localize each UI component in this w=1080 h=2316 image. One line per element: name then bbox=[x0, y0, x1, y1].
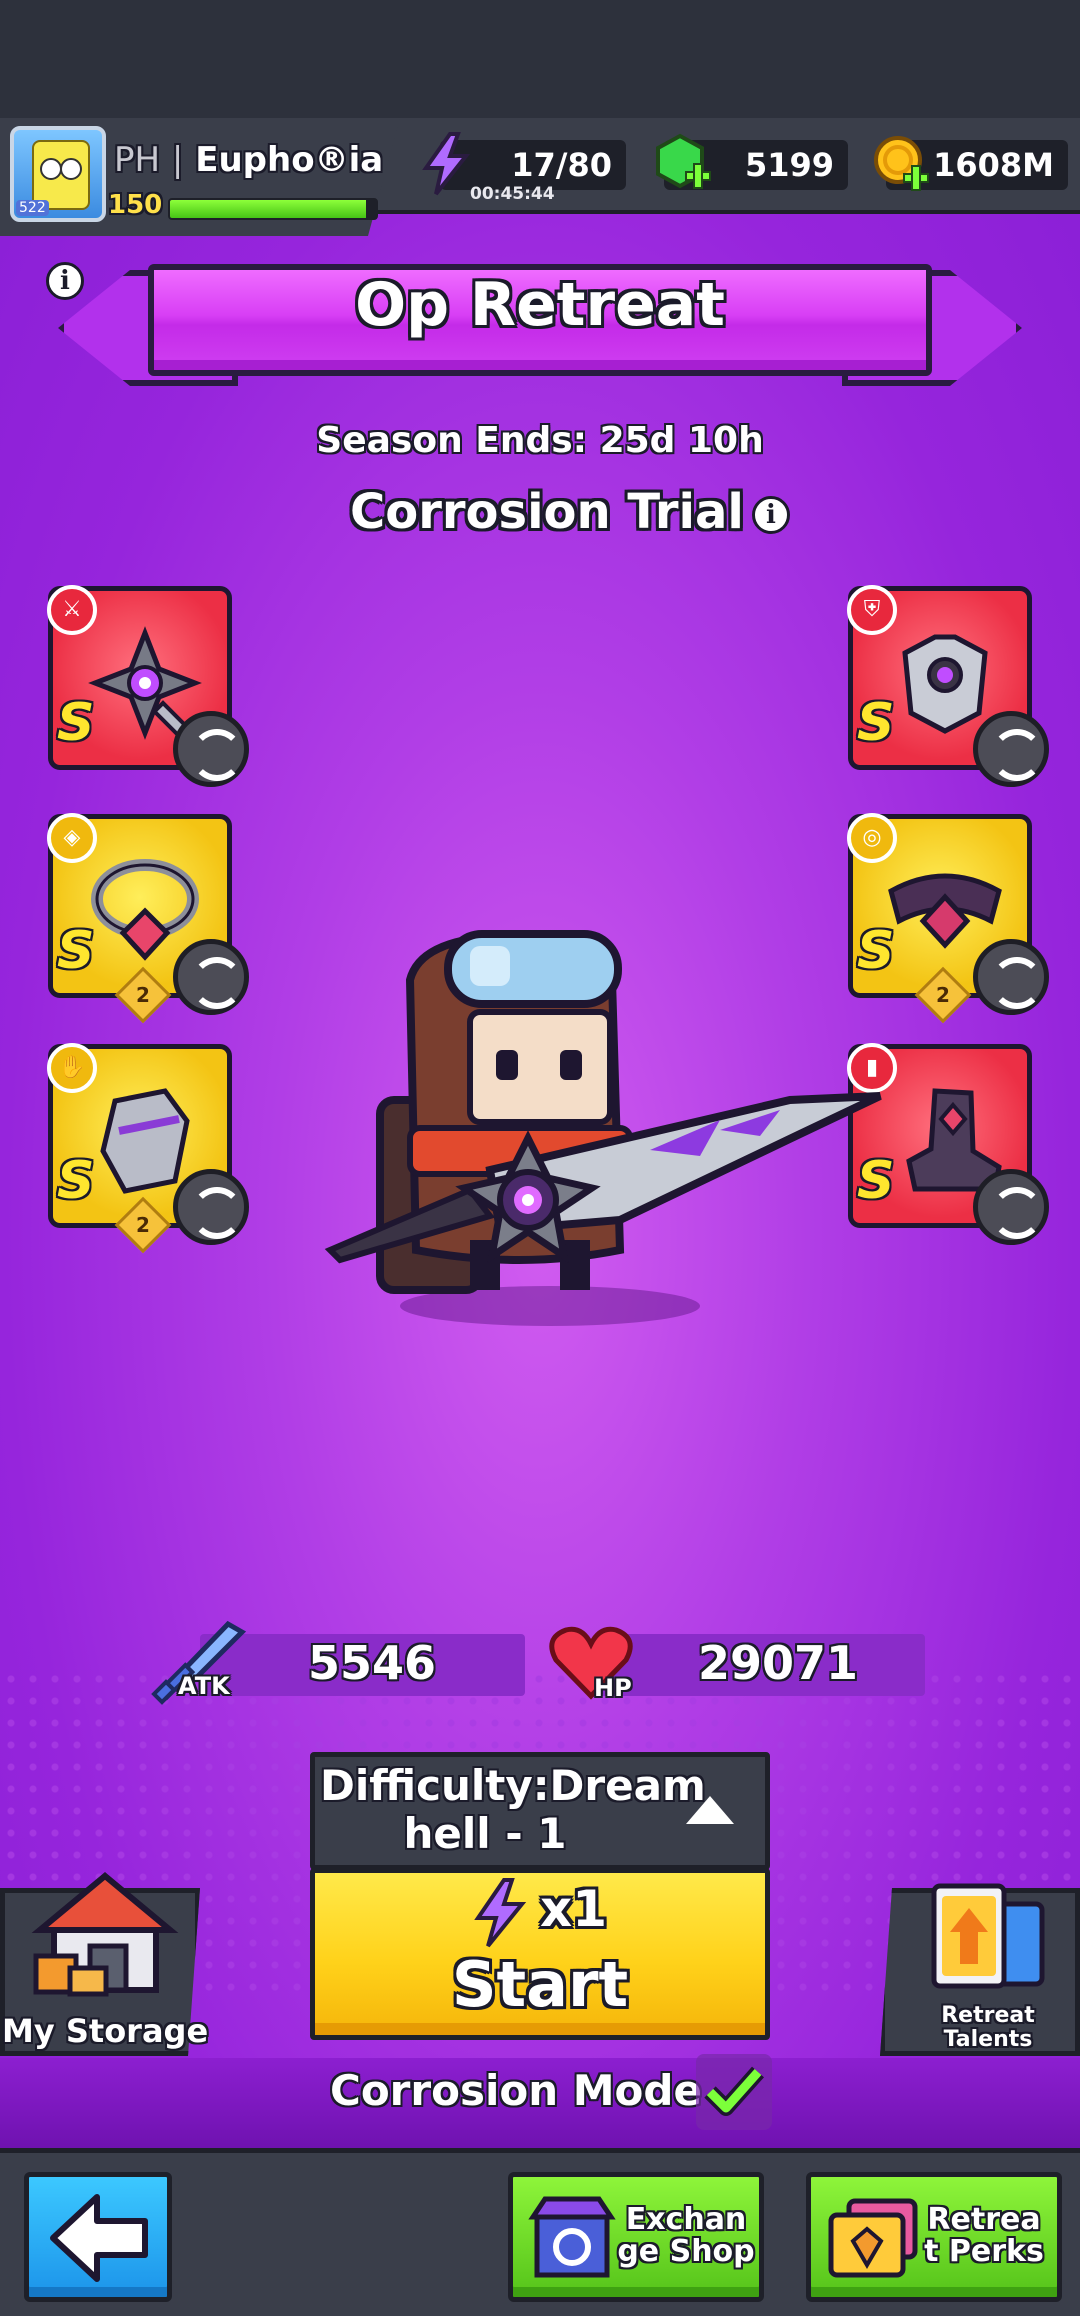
swap-icon[interactable] bbox=[173, 711, 249, 787]
equip-slot-weapon[interactable]: ⚔ S bbox=[47, 585, 249, 787]
atk-label: ATK bbox=[178, 1672, 230, 1700]
start-energy-cost: x1 bbox=[540, 1880, 608, 1938]
star-count: 2 bbox=[936, 983, 950, 1007]
perks-line-2: t Perks bbox=[924, 2234, 1044, 2269]
player-name: PH | Eupho®ia bbox=[114, 140, 383, 180]
grade-label: S bbox=[57, 693, 95, 753]
arrow-left-icon bbox=[50, 2194, 148, 2282]
gem-add-icon[interactable] bbox=[652, 132, 714, 198]
house-storage-icon bbox=[31, 1872, 179, 1997]
player-name-text: Eupho®ia bbox=[195, 140, 384, 180]
gold-add-icon[interactable] bbox=[870, 132, 932, 198]
gold-value: 1608M bbox=[933, 146, 1054, 184]
start-label: Start bbox=[451, 1948, 629, 2021]
energy-timer: 00:45:44 bbox=[470, 184, 555, 204]
gem-value: 5199 bbox=[744, 146, 834, 184]
grade-label: S bbox=[857, 693, 895, 753]
hp-value: 29071 bbox=[698, 1636, 859, 1690]
perks-card-icon bbox=[828, 2198, 918, 2278]
exchange-line-1: Exchan bbox=[625, 2202, 747, 2237]
energy-value: 17/80 bbox=[511, 146, 612, 184]
retreat-talents-label: Retreat Talents bbox=[918, 2004, 1058, 2052]
avatar-badge: 522 bbox=[16, 200, 49, 216]
player-prefix: PH bbox=[114, 140, 161, 180]
grade-label: S bbox=[57, 921, 95, 981]
mode-title: Corrosion Trial bbox=[350, 484, 744, 540]
energy-bolt-icon bbox=[422, 132, 471, 196]
grade-label: S bbox=[57, 1151, 95, 1211]
hp-label: HP bbox=[594, 1674, 632, 1702]
my-storage-label: My Storage bbox=[2, 2012, 209, 2050]
swap-icon[interactable] bbox=[173, 939, 249, 1015]
event-title: Op Retreat bbox=[355, 270, 725, 340]
equip-slot-armor[interactable]: ⛨ S bbox=[847, 585, 1049, 787]
season-ends: Season Ends: 25d 10h bbox=[316, 420, 764, 461]
corrosion-mode-label: Corrosion Mode bbox=[330, 2066, 702, 2115]
chevron-up-icon[interactable] bbox=[686, 1796, 734, 1824]
star-count: 2 bbox=[136, 983, 150, 1007]
talents-line-1: Retreat bbox=[941, 2003, 1035, 2028]
swap-icon[interactable] bbox=[973, 711, 1049, 787]
event-info-icon[interactable]: i bbox=[46, 262, 84, 300]
energy-bolt-icon bbox=[474, 1878, 527, 1948]
equip-slot-necklace[interactable]: ◈ S 2 bbox=[47, 813, 249, 1024]
status-bar-area bbox=[0, 0, 1080, 118]
back-button[interactable] bbox=[24, 2172, 172, 2302]
swap-icon[interactable] bbox=[173, 1169, 249, 1245]
talents-line-2: Talents bbox=[943, 2027, 1033, 2052]
swap-icon[interactable] bbox=[973, 939, 1049, 1015]
difficulty-line-2: hell - 1 bbox=[403, 1809, 567, 1858]
player-level: 150 bbox=[108, 190, 163, 220]
name-separator: | bbox=[171, 140, 184, 180]
perks-line-1: Retrea bbox=[927, 2202, 1041, 2237]
difficulty-line-1: Difficulty:Dream bbox=[320, 1761, 706, 1810]
exchange-shop-label: Exchan ge Shop bbox=[616, 2204, 756, 2268]
swap-icon[interactable] bbox=[973, 1169, 1049, 1245]
retreat-perks-label: Retrea t Perks bbox=[914, 2204, 1054, 2268]
exchange-line-2: ge Shop bbox=[617, 2234, 755, 2269]
hero-character[interactable] bbox=[320, 920, 900, 1320]
equip-slot-gloves[interactable]: ✋ S 2 bbox=[47, 1043, 249, 1254]
xp-bar bbox=[168, 198, 378, 220]
atk-value: 5546 bbox=[308, 1636, 437, 1690]
talent-cards-icon bbox=[931, 1883, 1045, 1989]
avatar[interactable]: 522 bbox=[10, 126, 106, 222]
star-count: 2 bbox=[136, 1213, 150, 1237]
mode-info-icon[interactable]: i bbox=[752, 496, 790, 534]
shop-icon bbox=[528, 2196, 616, 2278]
xp-bar-fill bbox=[170, 200, 366, 218]
difficulty-label: Difficulty:Dream hell - 1 bbox=[320, 1761, 706, 1858]
corrosion-mode-toggle[interactable] bbox=[696, 2054, 772, 2130]
checkmark-icon bbox=[704, 2066, 764, 2116]
